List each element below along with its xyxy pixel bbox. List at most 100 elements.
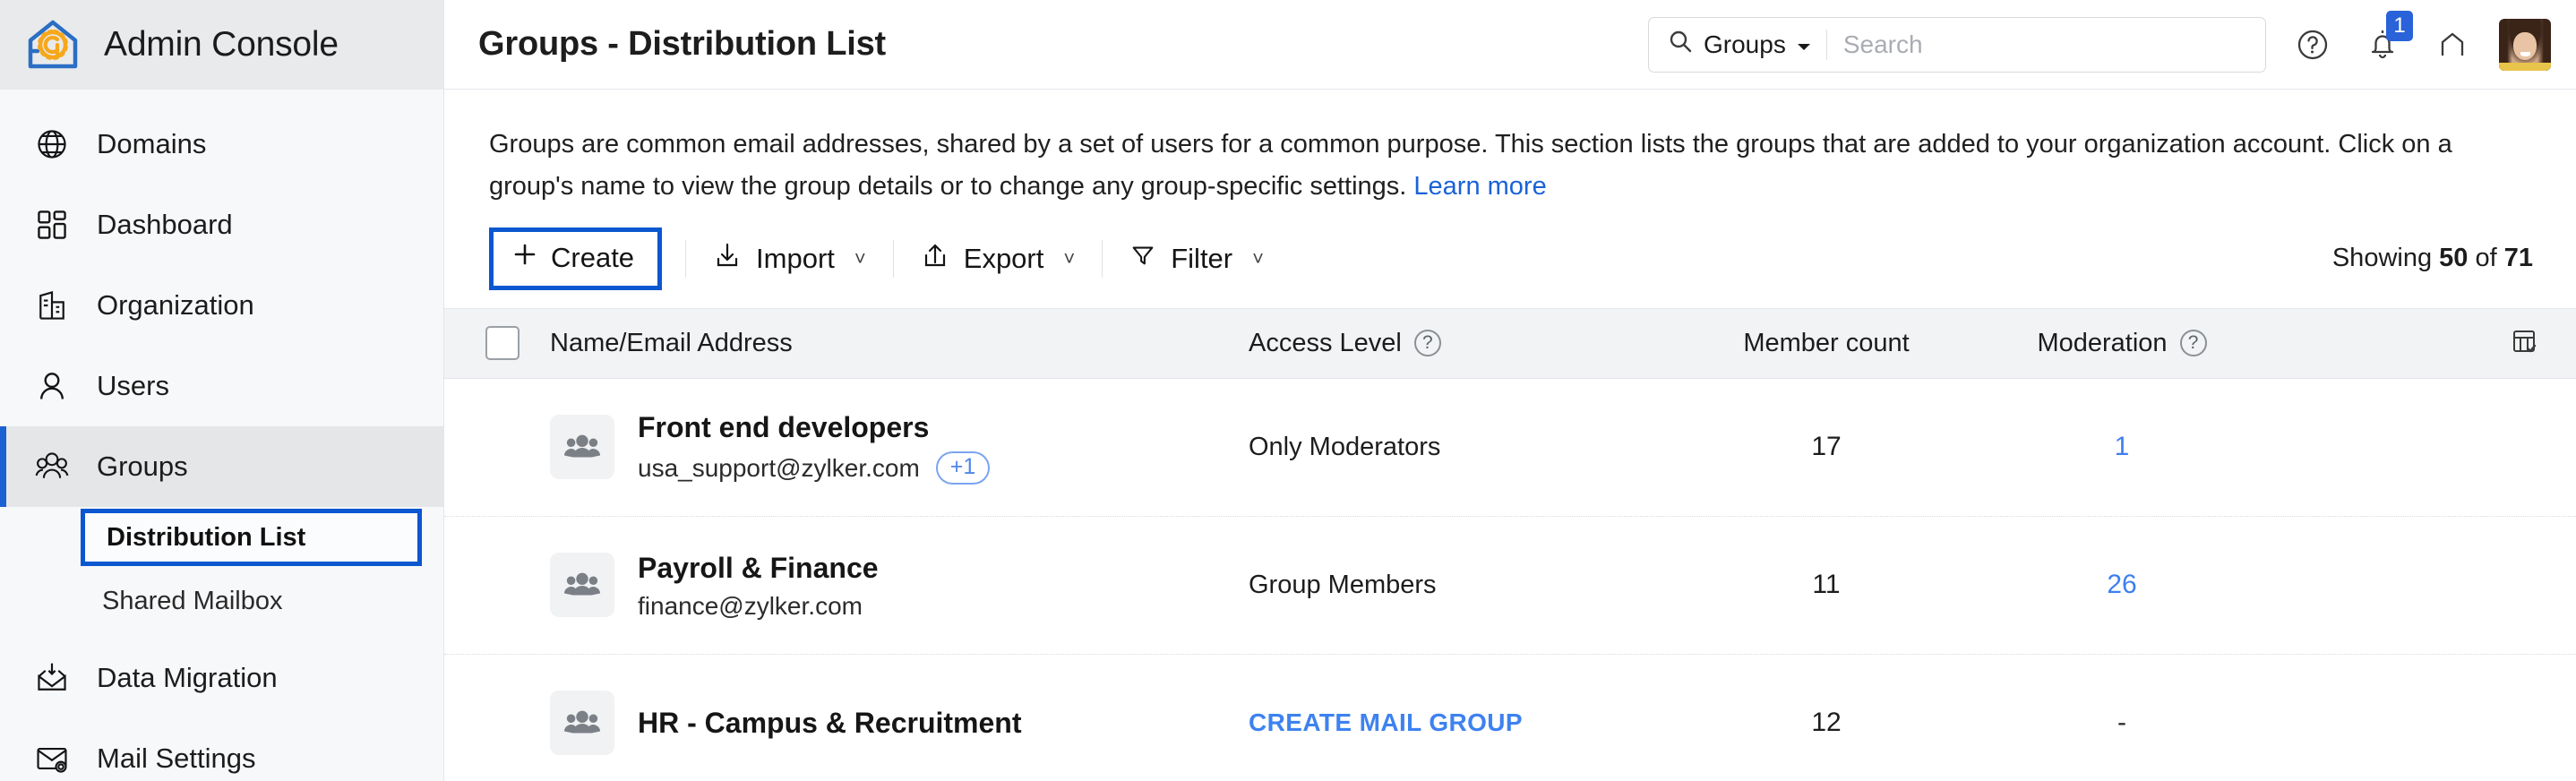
select-all-checkbox[interactable] <box>485 326 519 361</box>
mail-download-icon <box>32 658 72 698</box>
toolbar-separator <box>892 239 894 278</box>
group-email-line: finance@zylker.com <box>638 592 879 621</box>
import-button[interactable]: Import ˅ <box>709 234 870 284</box>
table-row[interactable]: Front end developers usa_support@zylker.… <box>444 378 2576 517</box>
column-header-name-label: Name/Email Address <box>550 328 793 357</box>
group-name: HR - Campus & Recruitment <box>638 706 1022 739</box>
sidebar-item-label: Organization <box>97 289 254 321</box>
group-name-text-wrap: Front end developers usa_support@zylker.… <box>638 409 991 485</box>
toolbar-separator <box>1102 239 1103 278</box>
create-button[interactable]: Create <box>489 227 663 290</box>
table-header-row: Name/Email Address Access Level ? Member… <box>444 308 2576 379</box>
plus-icon <box>511 241 538 275</box>
home-icon[interactable] <box>2429 21 2476 68</box>
user-icon <box>32 366 72 406</box>
sidebar-item-mail-settings[interactable]: Mail Settings <box>0 718 443 781</box>
search-scope-selector[interactable]: Groups <box>1667 28 1826 61</box>
group-people-icon <box>550 415 614 480</box>
showing-count: Showing 50 of 71 <box>2332 244 2533 273</box>
search-input[interactable] <box>1842 30 2247 59</box>
group-name-cell[interactable]: Payroll & Finance finance@zylker.com <box>550 550 1249 621</box>
group-name: Payroll & Finance <box>638 551 879 584</box>
sidebar-item-users[interactable]: Users <box>0 346 443 426</box>
table-settings-cell <box>2270 327 2576 360</box>
column-header-count-label: Member count <box>1743 328 1910 357</box>
search-scope-label: Groups <box>1704 30 1786 58</box>
chevron-down-icon <box>1796 30 1812 59</box>
chevron-down-icon: ˅ <box>854 246 866 270</box>
import-icon <box>713 241 742 277</box>
moderation-value[interactable]: 1 <box>2115 432 2130 461</box>
groups-icon <box>32 447 72 486</box>
member-count-value: 12 <box>1811 708 1842 738</box>
avatar-clothing <box>2499 63 2551 71</box>
table-columns-icon[interactable] <box>2510 327 2538 360</box>
page-description: Groups are common email addresses, share… <box>444 90 2504 208</box>
table-row[interactable]: HR - Campus & Recruitment CREATE MAIL GR… <box>444 654 2576 781</box>
extra-emails-badge[interactable]: +1 <box>935 451 991 485</box>
user-avatar[interactable] <box>2499 18 2551 71</box>
sidebar-item-data-migration[interactable]: Data Migration <box>0 638 443 718</box>
bell-icon[interactable]: 1 <box>2359 10 2413 68</box>
column-header-count[interactable]: Member count <box>1679 329 1974 358</box>
group-name-cell[interactable]: Front end developers usa_support@zylker.… <box>550 409 1249 485</box>
dashboard-icon <box>32 205 72 245</box>
sidebar-item-groups[interactable]: Groups <box>0 426 443 507</box>
toolbar: Create Import ˅ Export ˅ Filter ˅ Showin… <box>444 208 2576 308</box>
admin-console-app: Admin Console Domains Dashboard Organiza… <box>0 0 2576 781</box>
access-level-value: Group Members <box>1249 570 1437 599</box>
avatar-smile <box>2520 52 2531 56</box>
moderation-value[interactable]: 26 <box>2107 570 2136 599</box>
access-level-value: Only Moderators <box>1249 432 1441 461</box>
groups-subnav: Distribution List Shared Mailbox <box>0 509 443 638</box>
sidebar-item-domains[interactable]: Domains <box>0 104 443 185</box>
column-header-access-label: Access Level <box>1249 328 1402 357</box>
group-people-icon <box>550 691 614 756</box>
help-circle-icon[interactable]: ? <box>1413 330 1441 357</box>
create-button-label: Create <box>551 241 635 273</box>
column-header-access[interactable]: Access Level ? <box>1249 329 1679 358</box>
moderation-cell: 1 <box>1974 432 2270 462</box>
brand-header: Admin Console <box>0 0 443 90</box>
house-gear-icon <box>25 17 81 73</box>
top-bar-actions: Groups Search 1 <box>1648 10 2551 73</box>
moderation-cell: - <box>1974 708 2270 738</box>
brand-title: Admin Console <box>104 25 339 64</box>
main-area: Groups - Distribution List Groups Search… <box>444 0 2576 781</box>
notification-badge: 1 <box>2386 10 2413 41</box>
group-name-cell[interactable]: HR - Campus & Recruitment <box>550 691 1249 756</box>
column-header-moderation-label: Moderation <box>2037 328 2168 357</box>
help-circle-icon[interactable]: ? <box>2179 330 2207 357</box>
content-area: Groups are common email addresses, share… <box>444 90 2576 781</box>
chevron-down-icon: ˅ <box>1063 246 1076 270</box>
table-row[interactable]: Payroll & Finance finance@zylker.com Gro… <box>444 516 2576 655</box>
access-level-cell: Group Members <box>1249 571 1679 600</box>
column-header-moderation[interactable]: Moderation ? <box>1974 329 2270 358</box>
group-email-line: usa_support@zylker.com +1 <box>638 451 991 485</box>
learn-more-link[interactable]: Learn more <box>1413 172 1546 201</box>
moderation-value: - <box>2117 708 2126 738</box>
sidebar-item-shared-mailbox[interactable]: Shared Mailbox <box>0 573 443 629</box>
column-header-name[interactable]: Name/Email Address <box>550 329 1249 358</box>
sidebar-item-distribution-list[interactable]: Distribution List <box>81 509 422 566</box>
select-all-cell <box>455 326 550 361</box>
sidebar-item-dashboard[interactable]: Dashboard <box>0 185 443 265</box>
sidebar: Admin Console Domains Dashboard Organiza… <box>0 0 444 781</box>
access-level-cell: Only Moderators <box>1249 433 1679 462</box>
building-icon <box>32 286 72 325</box>
filter-button-label: Filter <box>1171 242 1233 274</box>
help-circle-icon[interactable] <box>2289 21 2336 68</box>
group-people-icon <box>550 553 614 618</box>
globe-icon <box>32 124 72 164</box>
sidebar-item-organization[interactable]: Organization <box>0 265 443 346</box>
member-count-cell: 12 <box>1679 708 1974 738</box>
import-button-label: Import <box>756 242 835 274</box>
create-mail-group-link[interactable]: CREATE MAIL GROUP <box>1249 708 1523 736</box>
search-bar[interactable]: Groups <box>1648 16 2266 73</box>
member-count-cell: 17 <box>1679 432 1974 462</box>
export-button[interactable]: Export ˅ <box>917 234 1078 284</box>
filter-button[interactable]: Filter ˅ <box>1126 235 1267 283</box>
member-count-value: 17 <box>1811 432 1842 462</box>
toolbar-separator <box>685 239 687 278</box>
member-count-value: 11 <box>1812 570 1841 600</box>
